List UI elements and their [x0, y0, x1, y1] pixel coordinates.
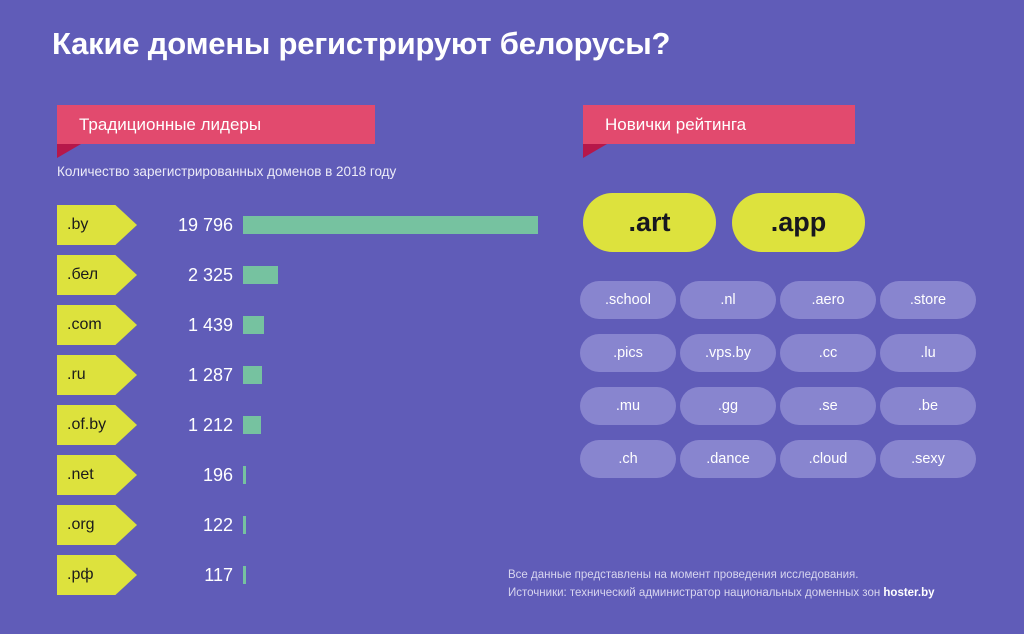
newcomer-pill[interactable]: .mu	[580, 387, 676, 425]
newcomer-pill[interactable]: .store	[880, 281, 976, 319]
section-banner-label: Новички рейтинга	[605, 114, 747, 134]
domain-count-bar	[243, 316, 264, 334]
highlight-pill[interactable]: .app	[732, 193, 865, 252]
domain-tag: .by	[57, 205, 137, 245]
footer-brand: hoster.by	[883, 587, 935, 599]
footer-line-2: Источники: технический администратор нац…	[508, 584, 1008, 602]
domain-count-value: 1 439	[187, 314, 233, 335]
footer-note: Все данные представлены на момент провед…	[508, 566, 1008, 602]
domain-tag: .of.by	[57, 405, 137, 445]
banner-tail-shape	[583, 144, 607, 158]
newcomer-pill[interactable]: .se	[780, 387, 876, 425]
domain-count-bar	[243, 566, 246, 584]
section-banner-label: Традиционные лидеры	[79, 114, 262, 134]
domain-tag: .бел	[57, 255, 137, 295]
page-title: Какие домены регистрируют белорусы?	[52, 26, 671, 61]
chart-row: .бел 2 325	[57, 250, 557, 300]
section-banner-newcomers: Новички рейтинга	[583, 105, 855, 158]
domain-count-bar	[243, 416, 261, 434]
newcomer-pill[interactable]: .aero	[780, 281, 876, 319]
newcomer-pill[interactable]: .dance	[680, 440, 776, 478]
highlight-pill-group: .art .app	[583, 193, 865, 252]
chart-row: .рф 117	[57, 550, 557, 600]
domain-count-value: 1 212	[187, 414, 233, 435]
newcomer-pill[interactable]: .sexy	[880, 440, 976, 478]
newcomer-pill[interactable]: .ch	[580, 440, 676, 478]
chart-row: .ru 1 287	[57, 350, 557, 400]
domain-tag: .ru	[57, 355, 137, 395]
chart-subtitle: Количество зарегистрированных доменов в …	[57, 164, 397, 179]
newcomer-pill[interactable]: .vps.by	[680, 334, 776, 372]
chart-row: .net 196	[57, 450, 557, 500]
newcomer-pill[interactable]: .be	[880, 387, 976, 425]
section-banner-traditional-leaders: Традиционные лидеры	[57, 105, 375, 158]
newcomer-pill[interactable]: .cc	[780, 334, 876, 372]
footer-sources-text: Источники: технический администратор нац…	[508, 587, 884, 599]
newcomer-pill[interactable]: .gg	[680, 387, 776, 425]
domain-count-bar	[243, 266, 278, 284]
infographic-canvas: Какие домены регистрируют белорусы? Трад…	[0, 0, 1024, 634]
domains-bar-chart: .by 19 796 .бел 2 325 .com 1 439 .ru 1 287 .of.b…	[57, 200, 557, 600]
banner-tail-shape	[57, 144, 81, 158]
domain-tag: .org	[57, 505, 137, 545]
newcomer-pill-grid: .school .nl .aero .store .pics .vps.by .cc .lu.…	[580, 281, 976, 478]
domain-count-value: 1 287	[187, 364, 233, 385]
newcomer-pill[interactable]: .cloud	[780, 440, 876, 478]
domain-count-value: 117	[204, 564, 233, 585]
highlight-pill[interactable]: .art	[583, 193, 716, 252]
chart-row: .by 19 796	[57, 200, 557, 250]
newcomer-pill[interactable]: .nl	[680, 281, 776, 319]
domain-count-bar	[243, 466, 246, 484]
chart-row: .com 1 439	[57, 300, 557, 350]
domain-count-value: 19 796	[177, 214, 233, 235]
domain-count-bar	[243, 216, 538, 234]
domain-tag: .рф	[57, 555, 137, 595]
domain-count-bar	[243, 366, 262, 384]
domain-count-value: 2 325	[187, 264, 233, 285]
newcomer-pill[interactable]: .pics	[580, 334, 676, 372]
domain-count-value: 122	[202, 514, 233, 535]
chart-row: .of.by 1 212	[57, 400, 557, 450]
newcomer-pill[interactable]: .lu	[880, 334, 976, 372]
domain-tag: .net	[57, 455, 137, 495]
chart-row: .org 122	[57, 500, 557, 550]
domain-tag: .com	[57, 305, 137, 345]
newcomer-pill[interactable]: .school	[580, 281, 676, 319]
footer-line-1: Все данные представлены на момент провед…	[508, 569, 859, 581]
domain-count-value: 196	[202, 464, 233, 485]
domain-count-bar	[243, 516, 246, 534]
